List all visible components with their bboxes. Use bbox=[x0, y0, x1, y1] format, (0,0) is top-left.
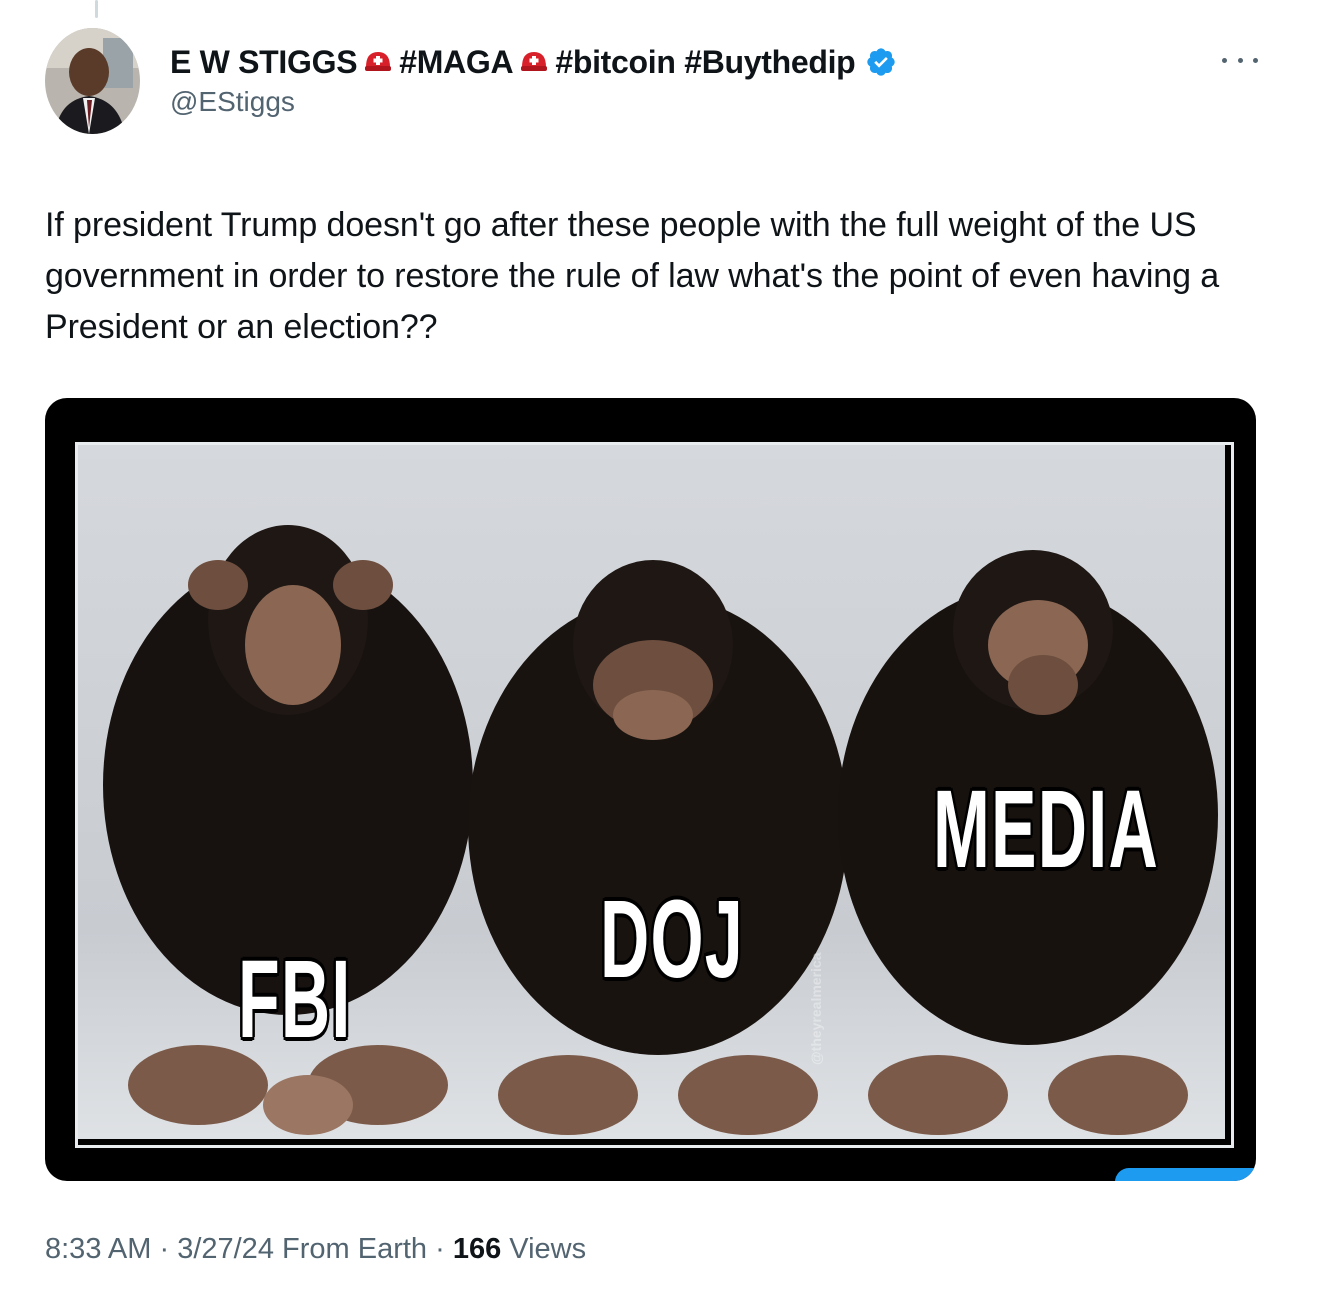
views-count: 166 bbox=[452, 1233, 502, 1265]
tweet-media[interactable]: FBI DOJ MEDIA @theyrealmerica bbox=[45, 398, 1256, 1181]
author-handle[interactable]: @EStiggs bbox=[170, 86, 1198, 118]
profile-photo-icon bbox=[45, 28, 140, 134]
thread-connector-line bbox=[95, 0, 98, 18]
views-label: Views bbox=[509, 1233, 587, 1265]
avatar[interactable] bbox=[45, 28, 140, 134]
red-helmet-emoji-icon bbox=[521, 52, 548, 71]
image-watermark: @theyrealmerica bbox=[808, 952, 824, 1066]
tweet-source: From Earth bbox=[282, 1233, 428, 1265]
red-helmet-emoji-icon bbox=[365, 52, 392, 71]
tweet-time[interactable]: 8:33 AM bbox=[45, 1233, 151, 1265]
verified-badge-icon bbox=[867, 48, 896, 76]
tweet-date[interactable]: 3/27/24 bbox=[177, 1233, 274, 1265]
meme-label-fbi: FBI bbox=[238, 938, 352, 1061]
tweet-text: If president Trump doesn't go after thes… bbox=[45, 206, 1220, 346]
display-name-part: E W STIGGS bbox=[170, 43, 358, 80]
more-options-icon[interactable] bbox=[1222, 48, 1258, 72]
display-name-part: #MAGA bbox=[399, 43, 514, 80]
tweet-author: E W STIGGS #MAGA #bitcoin #Buythedip @ES… bbox=[170, 42, 1198, 118]
separator-dot: · bbox=[435, 1233, 453, 1265]
tweet-metadata: 8:33 AM · 3/27/24 From Earth · 166 Views bbox=[45, 1233, 586, 1266]
meme-image: FBI DOJ MEDIA @theyrealmerica bbox=[75, 442, 1234, 1148]
display-name[interactable]: E W STIGGS #MAGA #bitcoin #Buythedip bbox=[170, 42, 1198, 82]
separator-dot: · bbox=[159, 1233, 178, 1265]
meme-label-media: MEDIA bbox=[933, 768, 1159, 891]
display-name-part: #bitcoin #Buythedip bbox=[555, 43, 856, 80]
media-action-chip[interactable] bbox=[1115, 1168, 1256, 1181]
meme-label-doj: DOJ bbox=[600, 878, 744, 1001]
